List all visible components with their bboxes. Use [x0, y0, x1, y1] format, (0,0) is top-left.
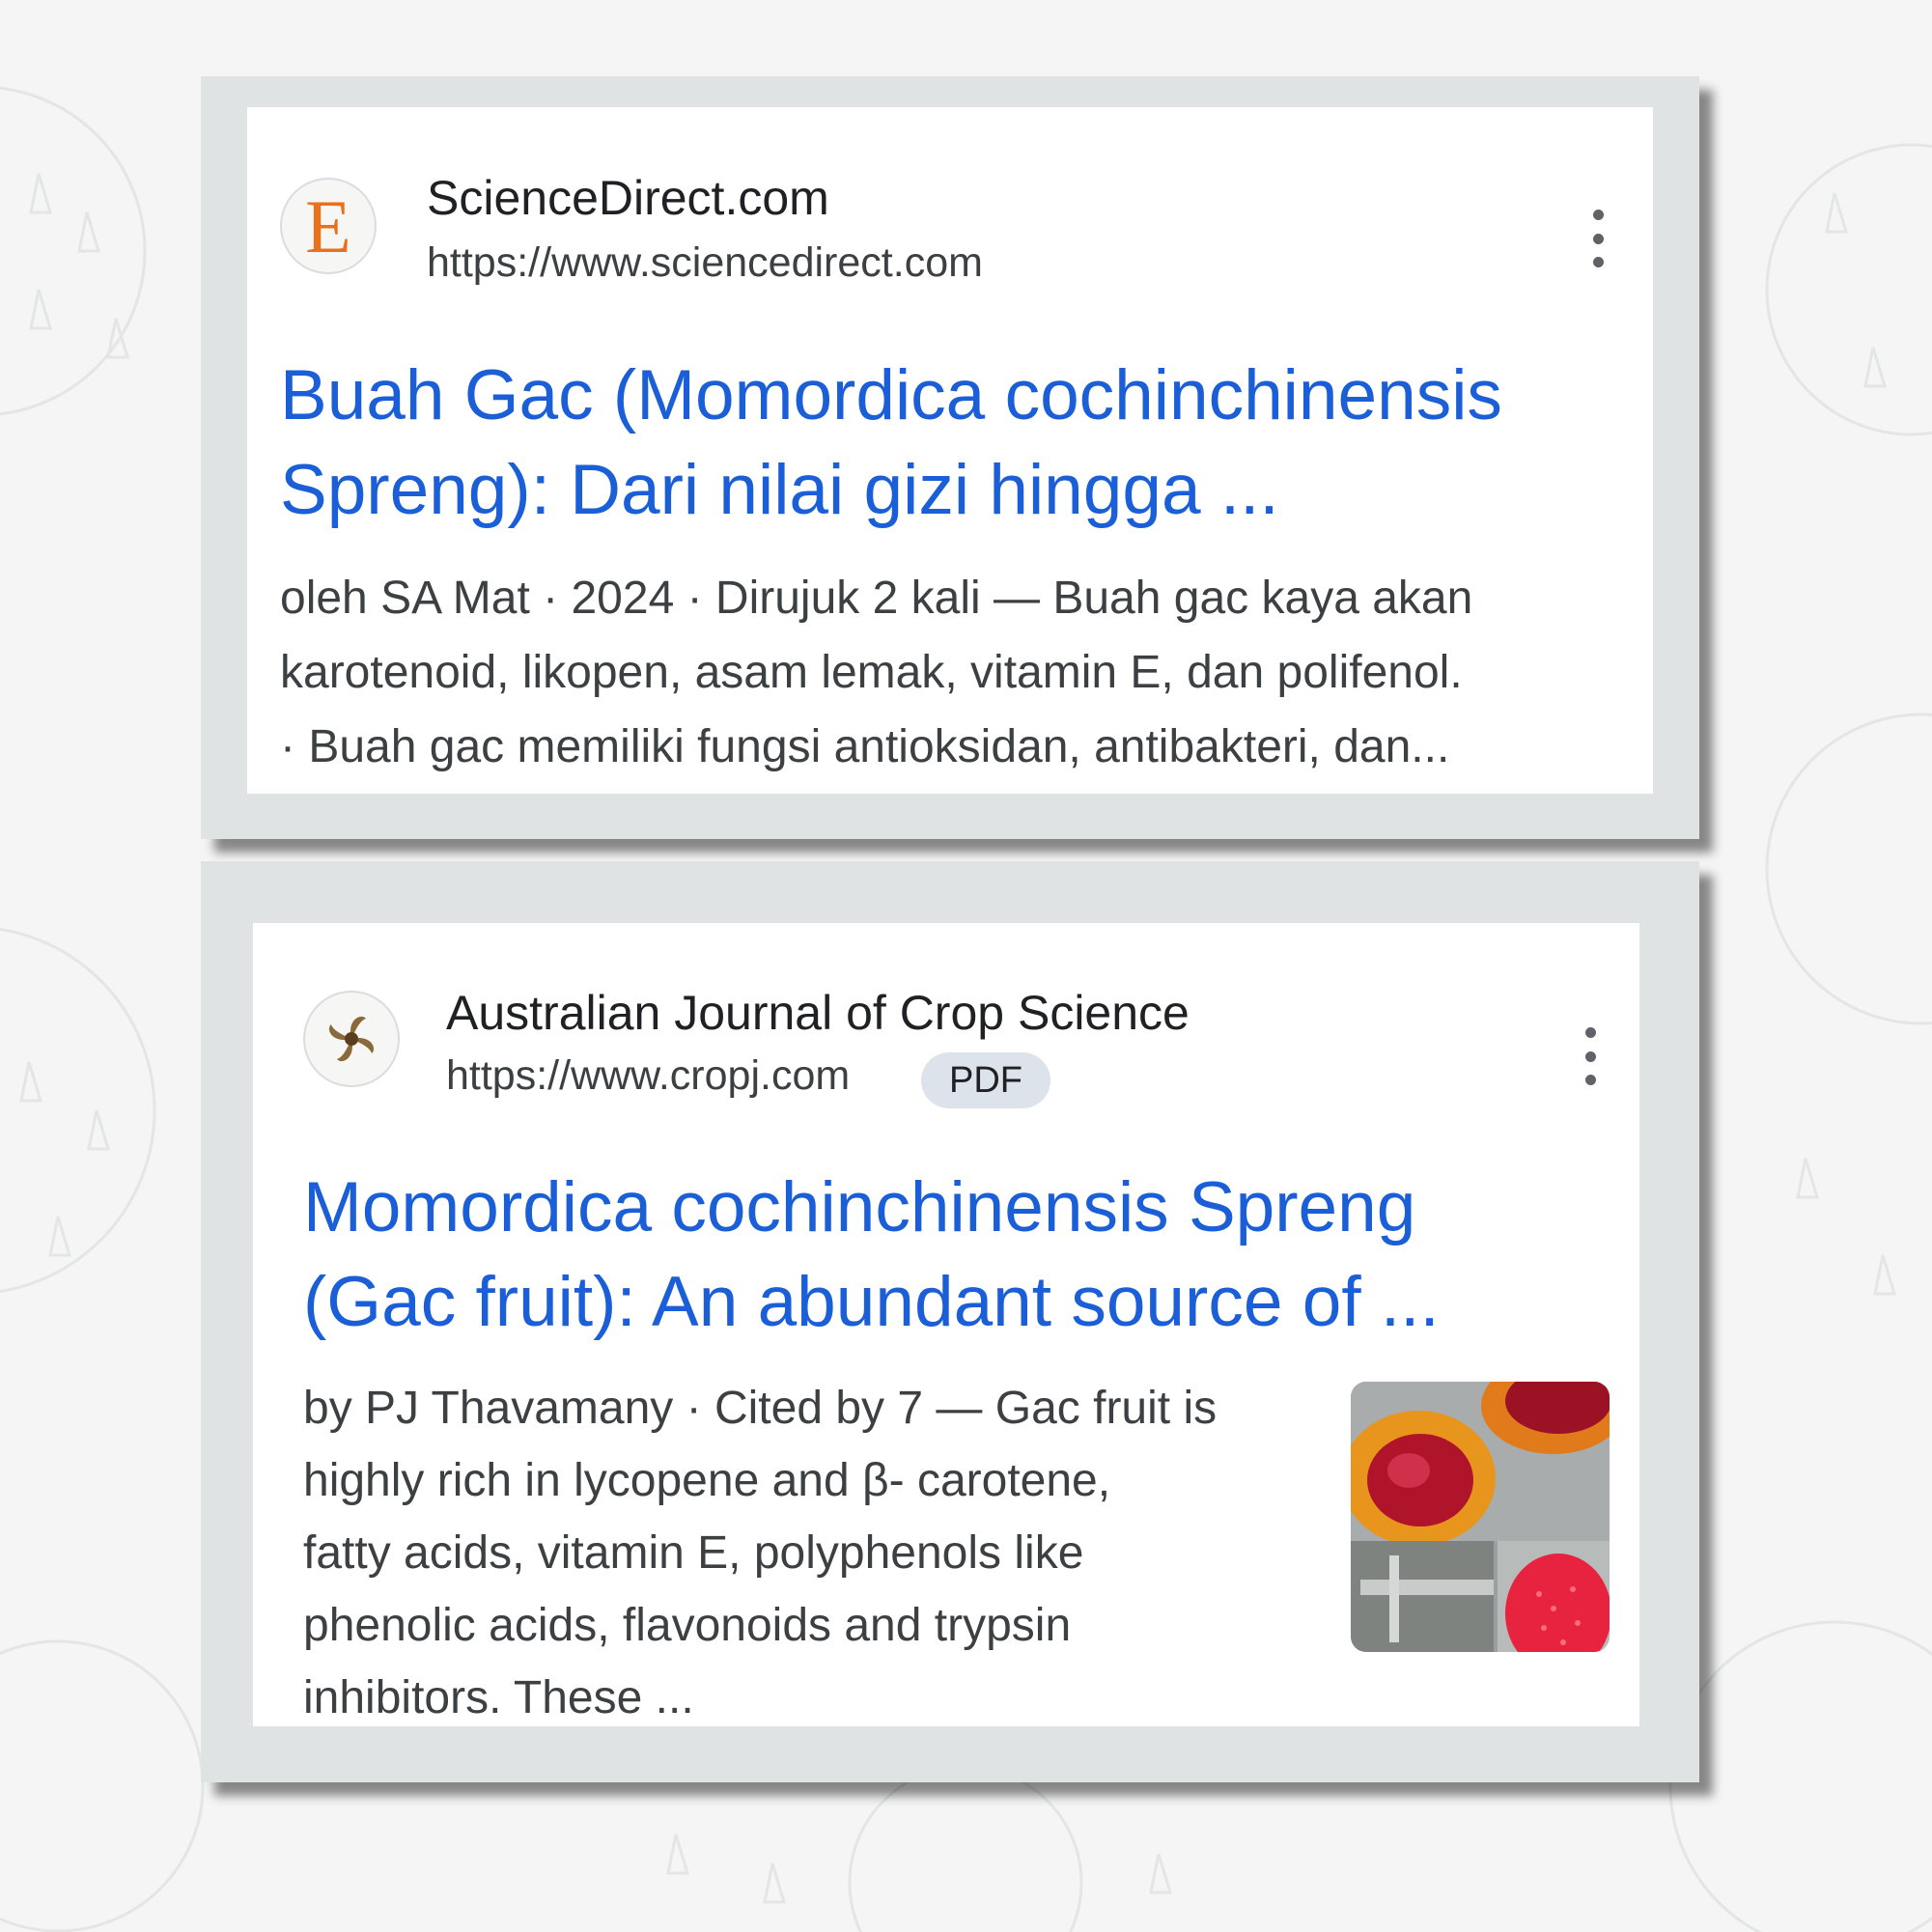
- result-snippet: by PJ Thavamany · Cited by 7 — Gac fruit…: [303, 1372, 1217, 1726]
- result-title-link[interactable]: Buah Gac (Momordica cochinchinensis Spre…: [280, 349, 1502, 538]
- favicon-letter: E: [305, 184, 351, 268]
- thumbnail-image: [1351, 1382, 1610, 1652]
- result-title-line: Momordica cochinchinensis Spreng: [303, 1168, 1416, 1246]
- result-title-line: Buah Gac (Momordica cochinchinensis: [280, 356, 1502, 434]
- crop-logo-graphic: [328, 1016, 375, 1062]
- snippet-line: highly rich in lycopene and β- carotene,: [303, 1455, 1111, 1506]
- site-name[interactable]: ScienceDirect.com: [427, 170, 829, 226]
- snippet-line: oleh SA Mat · 2024 · Dirujuk 2 kali — Bu…: [280, 573, 1473, 624]
- crop-science-logo-icon: [303, 991, 400, 1087]
- snippet-line: phenolic acids, flavonoids and trypsin: [303, 1600, 1072, 1651]
- more-options-icon[interactable]: [1583, 210, 1612, 267]
- search-result-card[interactable]: E ScienceDirect.com https://www.scienced…: [247, 107, 1653, 794]
- snippet-line: · Buah gac memiliki fungsi antioksidan, …: [280, 721, 1450, 772]
- snippet-line: fatty acids, vitamin E, polyphenols like: [303, 1527, 1084, 1579]
- site-url[interactable]: https://www.cropj.com: [446, 1052, 850, 1100]
- site-url[interactable]: https://www.sciencedirect.com: [427, 239, 983, 287]
- result-title-line: Spreng): Dari nilai gizi hingga ...: [280, 451, 1279, 529]
- pdf-badge: PDF: [921, 1052, 1050, 1108]
- snippet-line: karotenoid, likopen, asam lemak, vitamin…: [280, 647, 1463, 698]
- result-snippet: oleh SA Mat · 2024 · Dirujuk 2 kali — Bu…: [280, 561, 1472, 784]
- site-name[interactable]: Australian Journal of Crop Science: [446, 985, 1190, 1041]
- result-title-line: (Gac fruit): An abundant source of ...: [303, 1263, 1440, 1341]
- gac-fruit-thumbnail[interactable]: [1351, 1382, 1610, 1652]
- more-options-icon[interactable]: [1576, 1027, 1605, 1085]
- elsevier-e-icon: E: [280, 178, 377, 274]
- result-title-link[interactable]: Momordica cochinchinensis Spreng (Gac fr…: [303, 1161, 1440, 1350]
- snippet-line: inhibitors. These ...: [303, 1672, 694, 1723]
- result-card-frame: Australian Journal of Crop Science https…: [201, 861, 1699, 1782]
- result-card-frame: E ScienceDirect.com https://www.scienced…: [201, 76, 1699, 839]
- snippet-line: by PJ Thavamany · Cited by 7 — Gac fruit…: [303, 1383, 1218, 1434]
- search-result-card[interactable]: Australian Journal of Crop Science https…: [253, 923, 1639, 1726]
